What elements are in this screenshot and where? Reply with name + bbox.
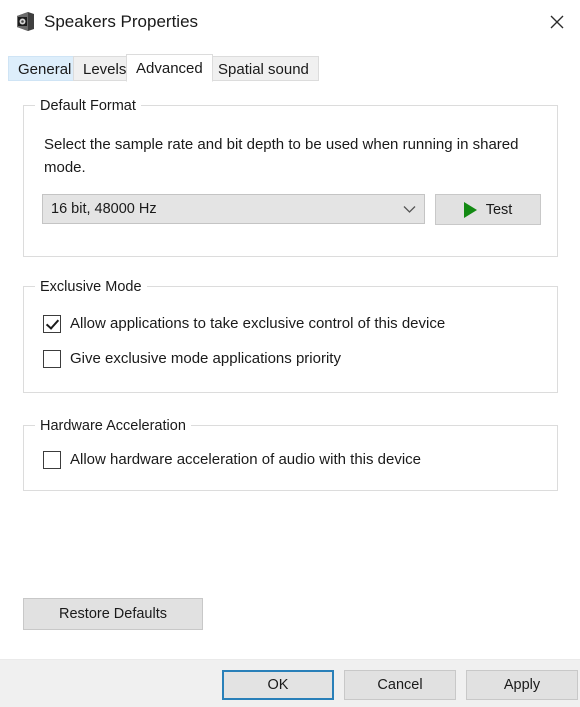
restore-defaults-button[interactable]: Restore Defaults xyxy=(23,598,203,630)
group-default-format: Default Format Select the sample rate an… xyxy=(23,97,558,257)
tab-strip: General Levels Advanced Spatial sound xyxy=(0,54,580,82)
checkbox-hardware-acceleration[interactable] xyxy=(43,451,61,469)
group-title-default-format: Default Format xyxy=(35,97,141,115)
tab-spatial-sound[interactable]: Spatial sound xyxy=(208,56,319,81)
checkbox-row-exclusive-control[interactable]: Allow applications to take exclusive con… xyxy=(43,314,445,334)
default-format-description: Select the sample rate and bit depth to … xyxy=(44,136,519,176)
group-hardware-acceleration: Hardware Acceleration Allow hardware acc… xyxy=(23,417,558,491)
ok-button-label: OK xyxy=(267,677,289,693)
test-button-label: Test xyxy=(485,201,513,218)
close-icon xyxy=(550,15,564,29)
checkbox-exclusive-control[interactable] xyxy=(43,315,61,333)
group-exclusive-mode: Exclusive Mode Allow applications to tak… xyxy=(23,278,558,393)
chevron-down-icon xyxy=(403,195,416,223)
restore-defaults-label: Restore Defaults xyxy=(59,606,167,622)
default-format-combobox[interactable]: 16 bit, 48000 Hz xyxy=(42,194,425,224)
dialog-footer: OK Cancel Apply xyxy=(0,659,580,707)
tab-content-advanced: Default Format Select the sample rate an… xyxy=(0,81,580,659)
checkbox-label-exclusive-priority: Give exclusive mode applications priorit… xyxy=(70,350,341,367)
window-title: Speakers Properties xyxy=(44,12,199,31)
checkbox-label-exclusive-control: Allow applications to take exclusive con… xyxy=(70,315,446,332)
apply-button[interactable]: Apply xyxy=(466,670,578,700)
ok-button[interactable]: OK xyxy=(222,670,334,700)
close-button[interactable] xyxy=(534,0,580,44)
cancel-button-label: Cancel xyxy=(377,677,423,693)
default-format-value: 16 bit, 48000 Hz xyxy=(51,201,157,217)
tab-general[interactable]: General xyxy=(8,56,82,81)
group-title-exclusive-mode: Exclusive Mode xyxy=(35,278,147,296)
checkbox-row-hardware-acceleration[interactable]: Allow hardware acceleration of audio wit… xyxy=(43,450,421,470)
title-bar: Speakers Properties xyxy=(0,0,580,46)
test-button[interactable]: Test xyxy=(435,194,541,225)
cancel-button[interactable]: Cancel xyxy=(344,670,456,700)
checkbox-exclusive-priority[interactable] xyxy=(43,350,61,368)
tab-advanced[interactable]: Advanced xyxy=(126,54,213,82)
checkbox-label-hardware-acceleration: Allow hardware acceleration of audio wit… xyxy=(70,451,422,468)
group-title-hardware-acceleration: Hardware Acceleration xyxy=(35,417,191,435)
checkbox-row-exclusive-priority[interactable]: Give exclusive mode applications priorit… xyxy=(43,349,341,369)
speaker-icon xyxy=(14,10,37,33)
apply-button-label: Apply xyxy=(503,677,541,693)
play-icon xyxy=(463,201,477,218)
